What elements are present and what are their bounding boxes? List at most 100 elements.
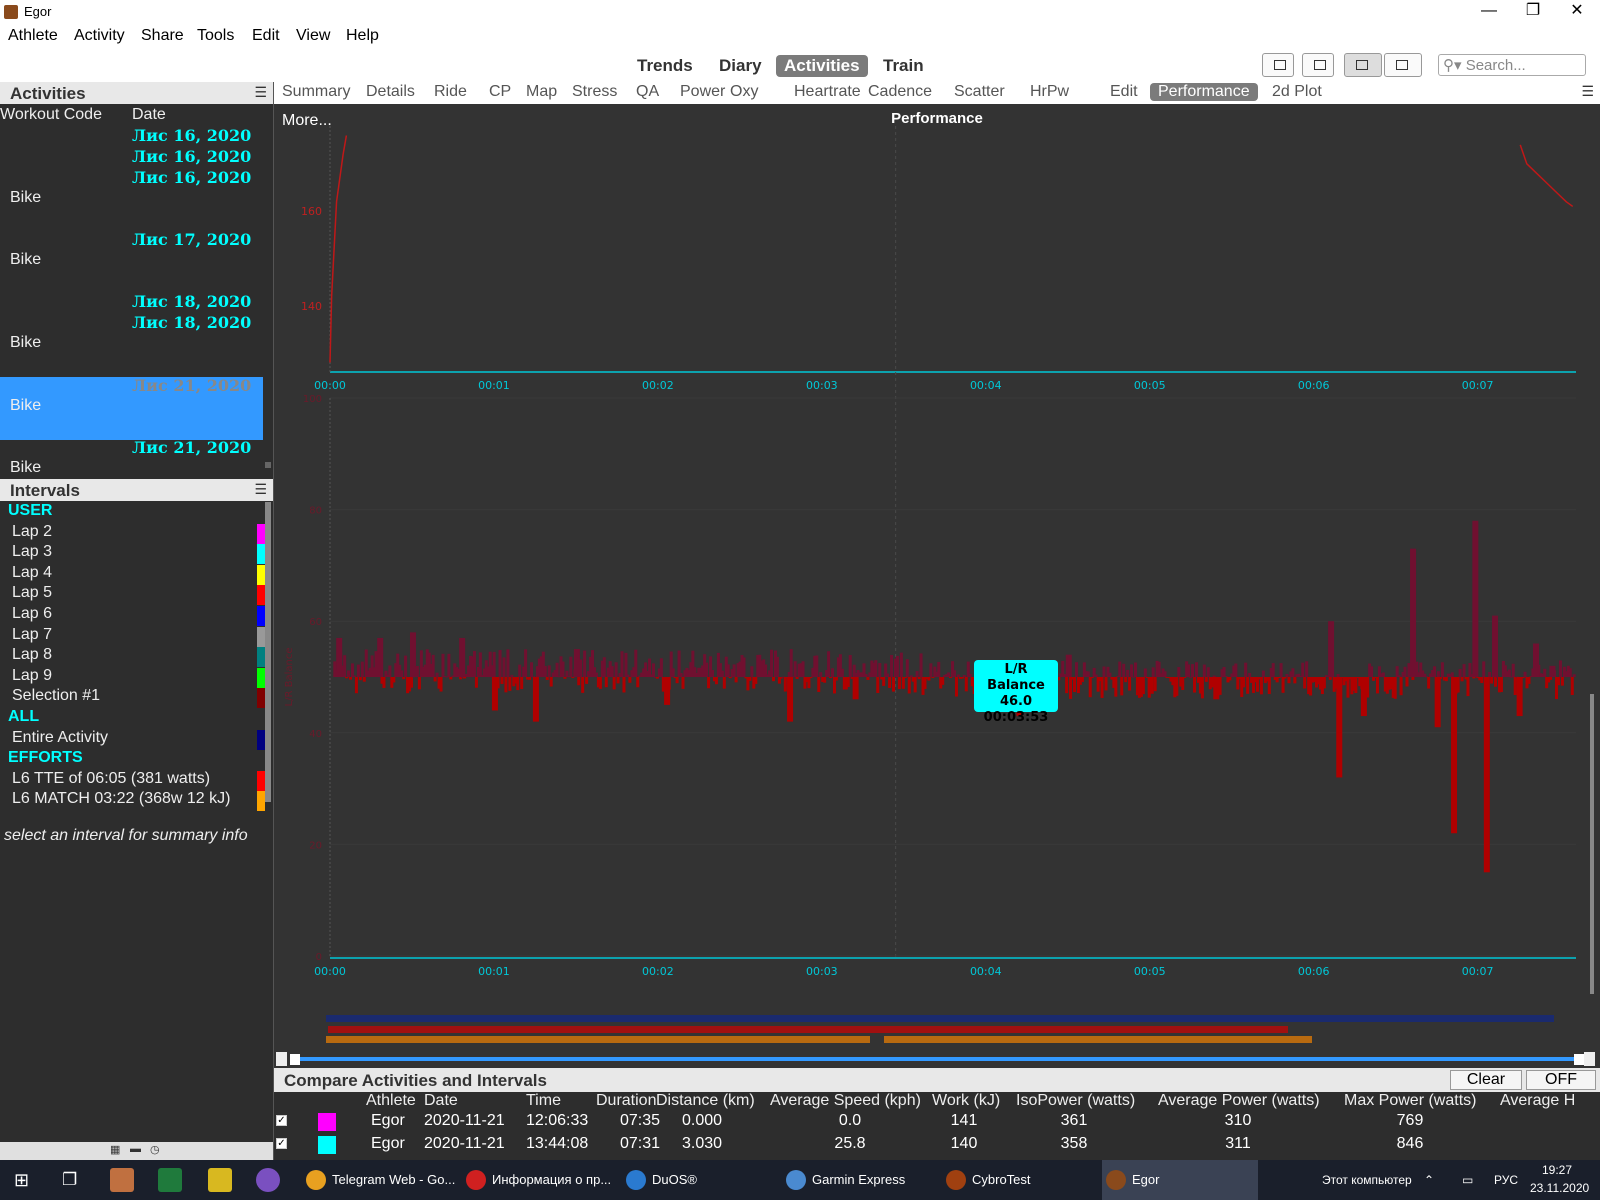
- tab-heartrate[interactable]: Heartrate: [786, 83, 869, 101]
- interval-item[interactable]: L6 TTE of 06:05 (381 watts): [12, 770, 210, 788]
- tab-oxy[interactable]: Oxy: [722, 83, 766, 101]
- activity-workout-code[interactable]: Bike: [10, 459, 41, 477]
- activity-date[interactable]: Лис 18, 2020: [132, 313, 251, 332]
- tile-layout-button[interactable]: [1384, 53, 1422, 77]
- interval-item[interactable]: Lap 5: [12, 584, 52, 602]
- activity-scrollbar[interactable]: [265, 462, 271, 468]
- col-date[interactable]: Date: [132, 106, 166, 124]
- windows-start-icon[interactable]: ⊞: [14, 1170, 29, 1191]
- notification-icon[interactable]: ▭: [1462, 1160, 1473, 1200]
- pinned-app-icon[interactable]: [110, 1168, 134, 1192]
- batman-app-icon[interactable]: [208, 1168, 232, 1192]
- menu-icon[interactable]: ☰: [254, 84, 267, 101]
- folder-icon[interactable]: ▬: [130, 1143, 141, 1155]
- compare-col-header[interactable]: Average Power (watts): [1158, 1092, 1320, 1110]
- tray-label[interactable]: Этот компьютер: [1322, 1160, 1412, 1200]
- interval-item[interactable]: Lap 4: [12, 564, 52, 582]
- taskbar-app[interactable]: Telegram Web - Go...: [302, 1160, 458, 1200]
- compare-col-header[interactable]: Max Power (watts): [1344, 1092, 1476, 1110]
- activity-workout-code[interactable]: Bike: [10, 251, 41, 269]
- calendar-icon[interactable]: ▦: [110, 1143, 120, 1156]
- tab-cp[interactable]: CP: [481, 83, 519, 101]
- taskbar-app[interactable]: CybroTest: [942, 1160, 1098, 1200]
- tab-cadence[interactable]: Cadence: [860, 83, 940, 101]
- restore-button[interactable]: ❐: [1510, 0, 1556, 24]
- interval-group-efforts[interactable]: EFFORTS: [8, 749, 83, 767]
- view-trends[interactable]: Trends: [629, 55, 701, 77]
- interval-group-user[interactable]: USER: [8, 502, 52, 520]
- tray-chevron-icon[interactable]: ⌃: [1424, 1160, 1434, 1200]
- taskbar-app[interactable]: Garmin Express: [782, 1160, 938, 1200]
- tab-layout-button[interactable]: [1344, 53, 1382, 77]
- chart-canvas[interactable]: 140 160 00:00 00:01 00:02 00:03 00:04 00:05 00:0…: [274, 104, 1600, 1070]
- timer-icon[interactable]: ◷: [150, 1143, 160, 1156]
- close-button[interactable]: ✕: [1554, 0, 1600, 24]
- viber-icon[interactable]: [256, 1168, 280, 1192]
- interval-item[interactable]: L6 MATCH 03:22 (368w 12 kJ): [12, 790, 230, 808]
- activity-workout-code[interactable]: Bike: [10, 189, 41, 207]
- compare-col-header[interactable]: Duration: [596, 1092, 656, 1110]
- task-view-icon[interactable]: ❐: [62, 1170, 77, 1190]
- interval-group-all[interactable]: ALL: [8, 708, 39, 726]
- activity-date[interactable]: Лис 18, 2020: [132, 292, 251, 311]
- view-diary[interactable]: Diary: [711, 55, 770, 77]
- tab-details[interactable]: Details: [358, 83, 423, 101]
- clock-time[interactable]: 19:27: [1542, 1163, 1572, 1177]
- compare-row-color[interactable]: [318, 1136, 336, 1154]
- excel-icon[interactable]: [158, 1168, 182, 1192]
- activity-date[interactable]: Лис 21, 2020: [132, 376, 251, 395]
- compare-row-checkbox[interactable]: ✓: [276, 1138, 287, 1149]
- interval-item[interactable]: Selection #1: [12, 687, 100, 705]
- interval-item[interactable]: Lap 6: [12, 605, 52, 623]
- tab-map[interactable]: Map: [518, 83, 565, 101]
- tab-edit[interactable]: Edit: [1102, 83, 1146, 101]
- language-indicator[interactable]: РУС: [1494, 1160, 1518, 1200]
- performance-chart[interactable]: More... Performance 140 160 00:00 00:01 00:0…: [274, 104, 1600, 1070]
- interval-item[interactable]: Lap 9: [12, 667, 52, 685]
- tabs-menu-icon[interactable]: ☰: [1581, 83, 1594, 100]
- tab-stress[interactable]: Stress: [564, 83, 625, 101]
- compare-col-header[interactable]: Work (kJ): [932, 1092, 1000, 1110]
- view-activities[interactable]: Activities: [776, 55, 868, 77]
- minimize-button[interactable]: —: [1466, 0, 1512, 24]
- interval-item[interactable]: Lap 7: [12, 626, 52, 644]
- compare-col-header[interactable]: Average Speed (kph): [770, 1092, 921, 1110]
- compare-col-header[interactable]: Athlete: [366, 1092, 416, 1110]
- compare-row-color[interactable]: [318, 1113, 336, 1131]
- tab-summary[interactable]: Summary: [274, 83, 358, 101]
- off-button[interactable]: OFF: [1526, 1070, 1596, 1090]
- interval-item[interactable]: Lap 2: [12, 523, 52, 541]
- tab-performance[interactable]: Performance: [1150, 83, 1258, 101]
- clock-date[interactable]: 23.11.2020: [1530, 1181, 1589, 1195]
- menu-share[interactable]: Share: [141, 27, 184, 45]
- activity-date[interactable]: Лис 17, 2020: [132, 230, 251, 249]
- view-train[interactable]: Train: [875, 55, 932, 77]
- compare-col-header[interactable]: Distance (km): [656, 1092, 755, 1110]
- activity-date[interactable]: Лис 16, 2020: [132, 126, 251, 145]
- interval-scrollbar[interactable]: [265, 502, 271, 802]
- toggle-bottom-button[interactable]: [1302, 53, 1334, 77]
- menu-icon[interactable]: ☰: [254, 481, 267, 498]
- search-input[interactable]: ⚲▾ Search...: [1438, 54, 1586, 76]
- menu-view[interactable]: View: [296, 27, 330, 45]
- tab-hrpw[interactable]: HrPw: [1022, 83, 1077, 101]
- menu-help[interactable]: Help: [346, 27, 379, 45]
- compare-col-header[interactable]: Date: [424, 1092, 458, 1110]
- compare-col-header[interactable]: Average H: [1500, 1092, 1575, 1110]
- compare-col-header[interactable]: Time: [526, 1092, 561, 1110]
- taskbar-app[interactable]: Информация о пр...: [462, 1160, 618, 1200]
- taskbar-app[interactable]: Egor: [1102, 1160, 1258, 1200]
- menu-athlete[interactable]: Athlete: [8, 27, 58, 45]
- compare-row-checkbox[interactable]: ✓: [276, 1115, 287, 1126]
- menu-tools[interactable]: Tools: [197, 27, 234, 45]
- interval-item[interactable]: Lap 8: [12, 646, 52, 664]
- col-workout-code[interactable]: Workout Code: [0, 106, 102, 124]
- clear-button[interactable]: Clear: [1450, 1070, 1522, 1090]
- activity-workout-code[interactable]: Bike: [10, 334, 41, 352]
- tab-2d-plot[interactable]: 2d Plot: [1264, 83, 1330, 101]
- tab-ride[interactable]: Ride: [426, 83, 475, 101]
- toggle-sidebar-button[interactable]: [1262, 53, 1294, 77]
- interval-item[interactable]: Lap 3: [12, 543, 52, 561]
- tab-qa[interactable]: QA: [628, 83, 667, 101]
- activity-workout-code[interactable]: Bike: [10, 397, 41, 415]
